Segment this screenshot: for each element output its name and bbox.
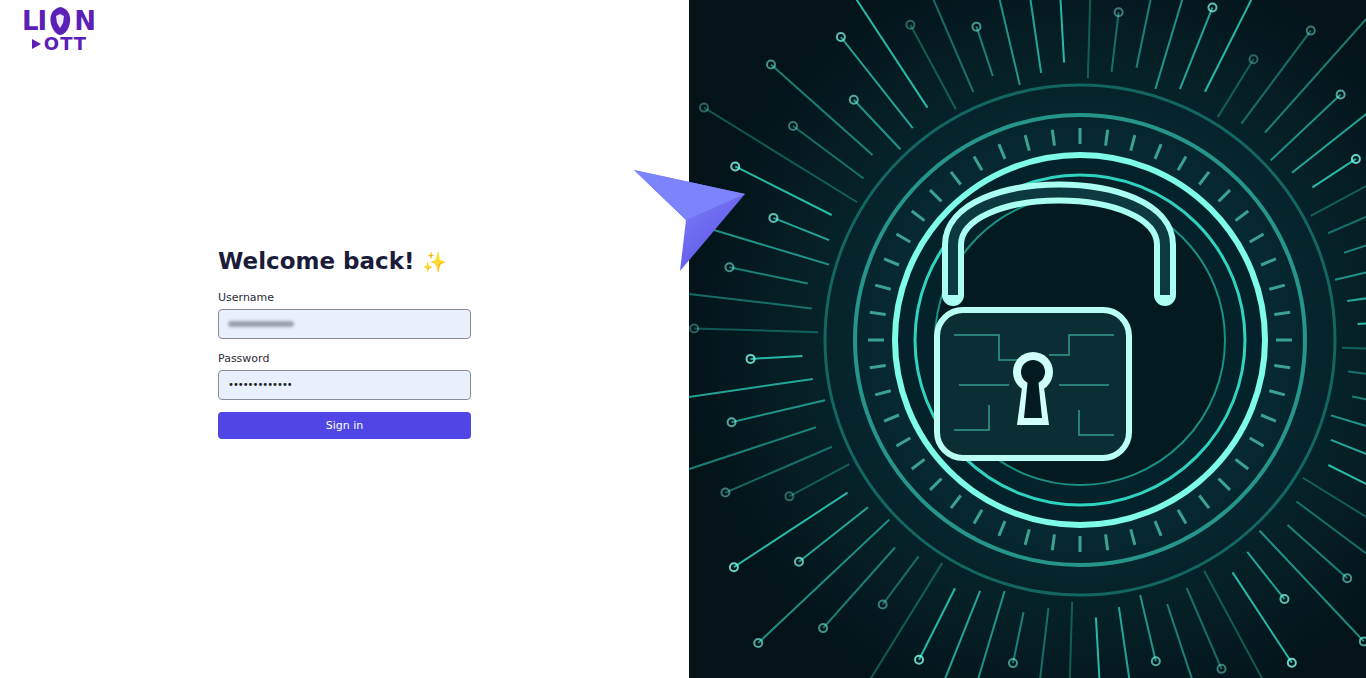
sign-in-button[interactable]: Sign in (218, 412, 471, 439)
brand-logo: LINOTT (22, 6, 95, 54)
login-page: LINOTT Welcome back! ✨ Username Password •••… (0, 0, 1366, 678)
username-input[interactable] (218, 309, 471, 339)
play-icon (30, 38, 42, 50)
sparkles-icon: ✨ (422, 250, 447, 274)
blurred-value (228, 321, 294, 327)
form-title: Welcome back! ✨ (218, 246, 471, 277)
lion-icon (47, 6, 73, 36)
paper-plane-icon (634, 168, 746, 272)
login-form: Welcome back! ✨ Username Password •••••••••… (218, 246, 471, 439)
password-label: Password (218, 352, 471, 366)
security-illustration (689, 0, 1366, 678)
lock-icon (689, 0, 1366, 678)
username-label: Username (218, 291, 471, 305)
login-panel: LINOTT Welcome back! ✨ Username Password •••… (0, 0, 689, 678)
password-input[interactable]: ••••••••••••• (218, 370, 471, 400)
